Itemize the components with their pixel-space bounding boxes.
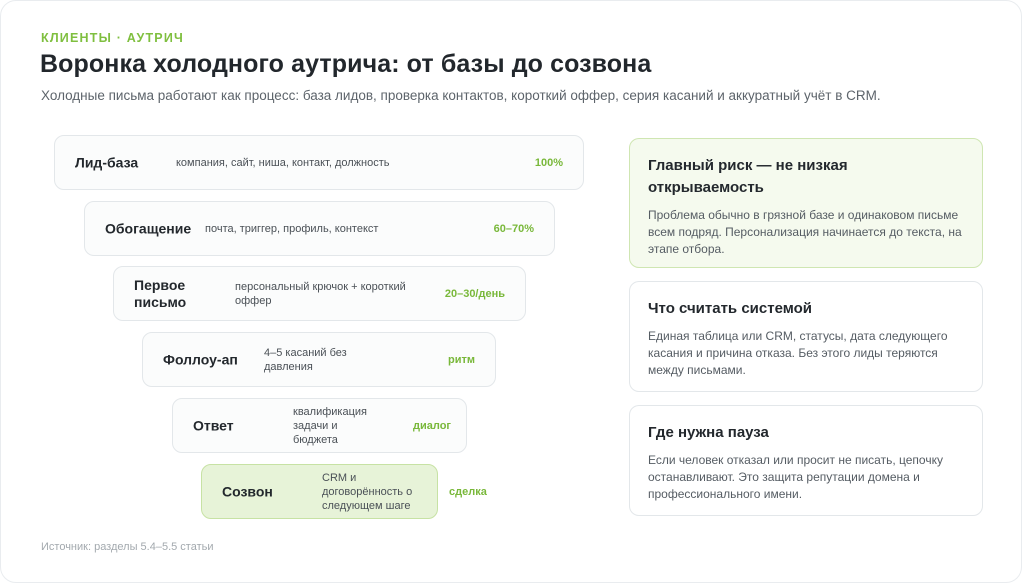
funnel-stage-first-email: Первое письмо персональный крючок + коро… — [113, 266, 526, 321]
stage-name: Обогащение — [105, 220, 192, 236]
funnel-stage-lead-base: Лид-база компания, сайт, ниша, контакт, … — [54, 135, 584, 190]
card-when-to-pause: Где нужна пауза Если человек отказал или… — [629, 405, 983, 516]
stage-name: Созвон — [222, 483, 273, 499]
section-kicker: КЛИЕНТЫ · АУТРИЧ — [41, 31, 184, 45]
stage-description: CRM и договорённость о следующем шаге — [322, 471, 413, 512]
stage-name: Фоллоу-ап — [163, 351, 238, 367]
stage-description: 4–5 касаний без давления — [264, 346, 347, 373]
stage-name: Ответ — [193, 417, 234, 433]
funnel-stage-follow-up: Фоллоу-ап 4–5 касаний без давления ритм — [142, 332, 496, 387]
funnel-stage-call: Созвон CRM и договорённость о следующем … — [201, 464, 438, 519]
stage-name: Лид-база — [75, 154, 139, 170]
stage-description: почта, триггер, профиль, контекст — [205, 222, 379, 235]
card-title: Главный риск — не низкая открываемость — [648, 157, 848, 196]
card-what-is-system: Что считать системой Единая таблица или … — [629, 281, 983, 392]
stage-description: компания, сайт, ниша, контакт, должность — [176, 156, 390, 169]
card-body: Единая таблица или CRM, статусы, дата сл… — [648, 329, 948, 377]
funnel-stage-reply: Ответ квалификация задачи и бюджета диал… — [172, 398, 467, 453]
stage-name: Первое письмо — [134, 276, 187, 310]
card-title: Что считать системой — [648, 300, 813, 317]
stage-value: диалог — [412, 419, 451, 432]
stage-description: персональный крючок + короткий оффер — [235, 280, 406, 307]
stage-value: 60–70% — [493, 222, 534, 235]
card-body: Если человек отказал или просит не писат… — [648, 453, 943, 501]
stage-description: квалификация задачи и бюджета — [293, 405, 367, 446]
funnel-stage-enrichment: Обогащение почта, триггер, профиль, конт… — [84, 201, 555, 256]
card-body: Проблема обычно в грязной базе и одинако… — [648, 208, 962, 256]
stage-value-call: сделка — [449, 486, 487, 498]
stage-value: 20–30/день — [444, 287, 505, 300]
stage-value: 100% — [534, 156, 563, 169]
card-title: Где нужна пауза — [648, 424, 769, 441]
source-note: Источник: разделы 5.4–5.5 статьи — [41, 541, 214, 553]
page-title: Воронка холодного аутрича: от базы до со… — [40, 50, 652, 78]
card-main-risk: Главный риск — не низкая открываемость П… — [629, 138, 983, 268]
page-subtitle: Холодные письма работают как процесс: ба… — [41, 88, 881, 103]
stage-value: ритм — [447, 353, 475, 366]
